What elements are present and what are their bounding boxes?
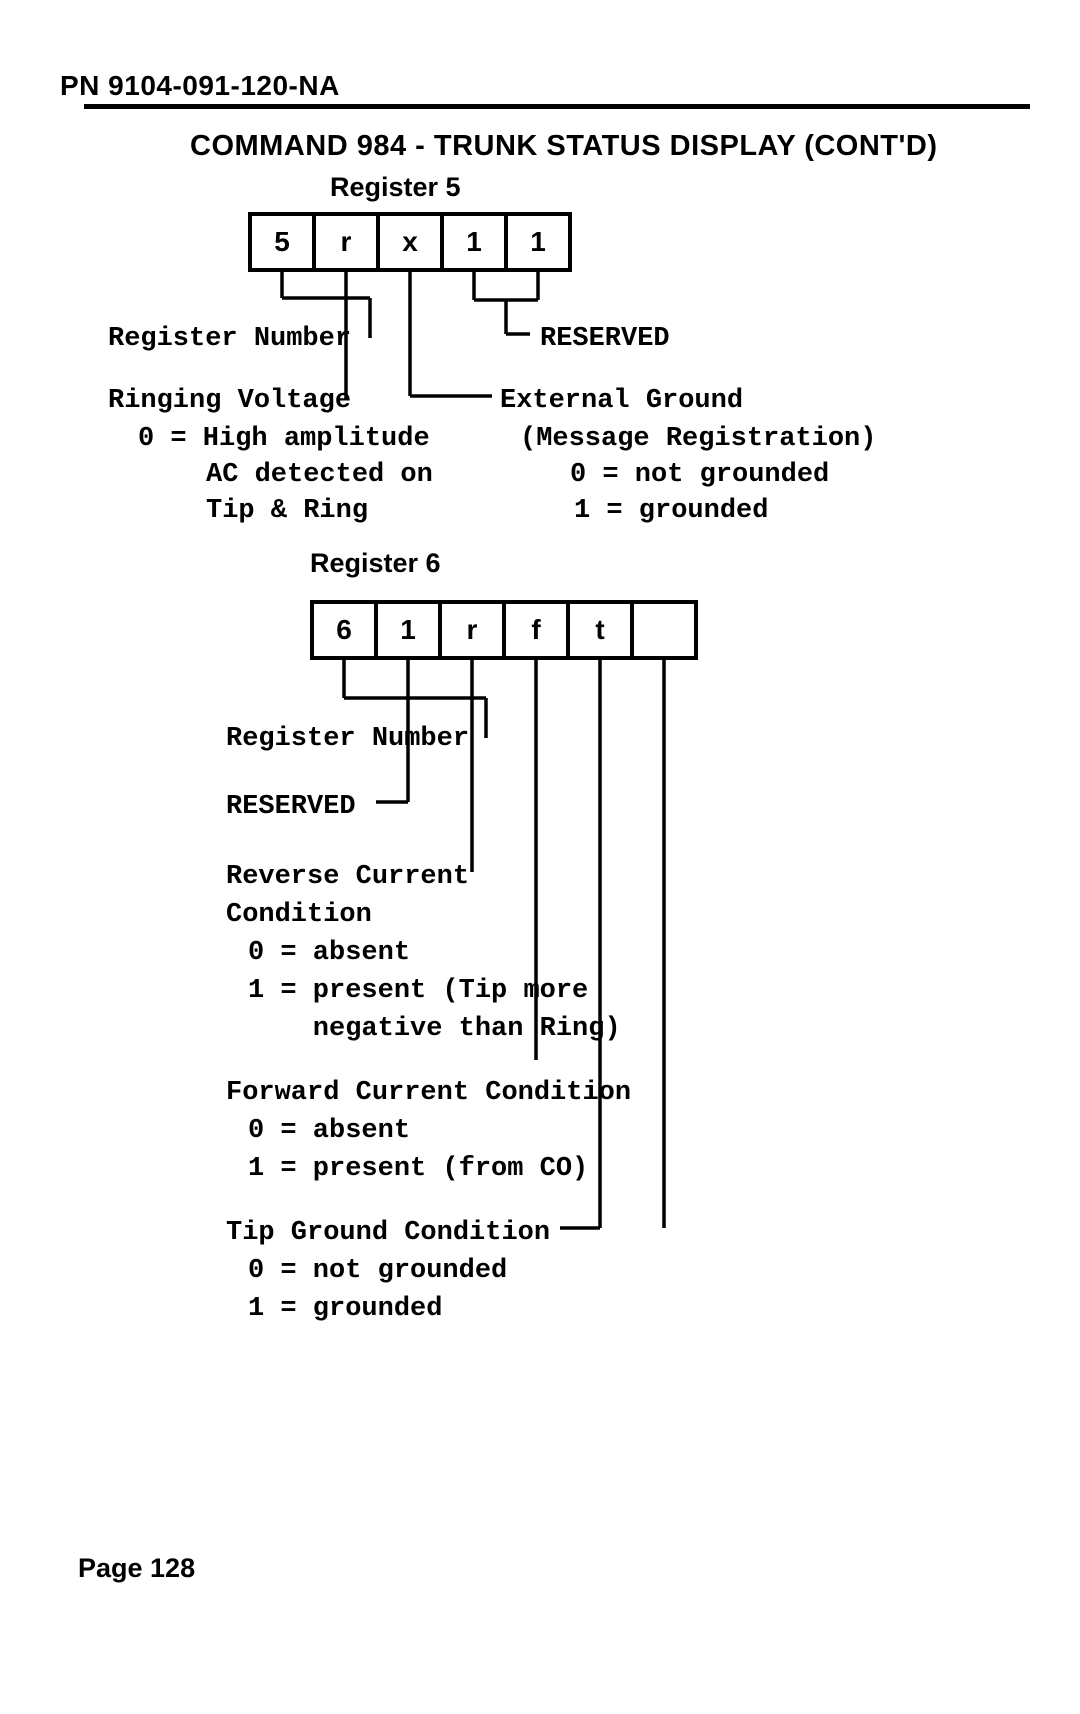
reg6-label-revcur-cond: Condition (226, 896, 372, 934)
reg5-cell-0: 5 (252, 216, 316, 268)
reg6-cell-0: 6 (314, 604, 378, 656)
reg6-cell-1: 1 (378, 604, 442, 656)
reg6-label-tipground-0: 0 = not grounded (248, 1252, 507, 1290)
reg6-label-fwdcur-0: 0 = absent (248, 1112, 410, 1150)
reg6-label-revcur: Reverse Current (226, 858, 469, 896)
register5-boxes: 5 r x 1 1 (248, 212, 572, 272)
reg5-label-register-number: Register Number (108, 320, 351, 358)
header-id: PN 9104-091-120-NA (60, 70, 1020, 102)
reg6-cell-3: f (506, 604, 570, 656)
page: PN 9104-091-120-NA COMMAND 984 - TRUNK S… (0, 0, 1080, 1714)
reg5-label-extground-0: 0 = not grounded (570, 456, 829, 494)
reg6-label-revcur-1a: 1 = present (Tip more (248, 972, 588, 1010)
divider-line (84, 104, 1030, 109)
register6-title: Register 6 (310, 548, 441, 579)
reg5-label-reserved: RESERVED (540, 320, 670, 358)
reg6-label-tipground: Tip Ground Condition (226, 1214, 550, 1252)
reg5-cell-3: 1 (444, 216, 508, 268)
reg5-label-extground-1: 1 = grounded (574, 492, 768, 530)
page-number: Page 128 (78, 1553, 195, 1584)
reg5-label-ringing-0: 0 = High amplitude (138, 420, 430, 458)
reg5-cell-1: r (316, 216, 380, 268)
register5-title: Register 5 (330, 172, 461, 203)
reg6-label-tipground-1: 1 = grounded (248, 1290, 442, 1328)
reg5-cell-2: x (380, 216, 444, 268)
reg6-label-revcur-1b: negative than Ring) (248, 1010, 621, 1048)
reg6-cell-2: r (442, 604, 506, 656)
reg5-cell-4: 1 (508, 216, 568, 268)
page-title: COMMAND 984 - TRUNK STATUS DISPLAY (CONT… (190, 130, 938, 163)
reg6-label-reserved: RESERVED (226, 788, 356, 826)
reg5-label-extground-sub: (Message Registration) (520, 420, 876, 458)
register6-boxes: 6 1 r f t (310, 600, 698, 660)
reg5-label-ringing: Ringing Voltage (108, 382, 351, 420)
reg6-cell-4: t (570, 604, 634, 656)
reg5-label-extground: External Ground (500, 382, 743, 420)
reg6-label-fwdcur: Forward Current Condition (226, 1074, 631, 1112)
reg6-label-fwdcur-1: 1 = present (from CO) (248, 1150, 588, 1188)
reg5-label-ringing-ac: AC detected on (206, 456, 433, 494)
reg5-label-ringing-tip: Tip & Ring (206, 492, 368, 530)
reg6-label-revcur-0: 0 = absent (248, 934, 410, 972)
reg6-cell-5 (634, 604, 694, 656)
reg6-label-register-number: Register Number (226, 720, 469, 758)
